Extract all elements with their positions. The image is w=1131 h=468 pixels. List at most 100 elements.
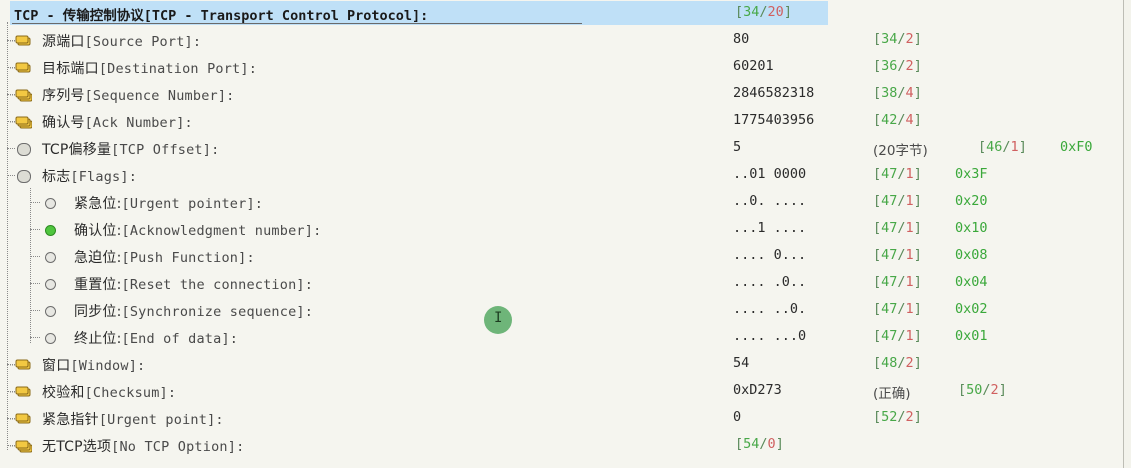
field-label-en: [Synchronize sequence]: <box>121 304 314 320</box>
field-label: 同步位:[Synchronize sequence]: <box>74 301 313 321</box>
flag-off-icon <box>45 306 56 317</box>
field-label-cn: 无TCP选项 <box>42 439 112 455</box>
field-offset: [48/2] <box>873 355 922 371</box>
field-label-en: [Source Port]: <box>84 34 202 50</box>
field-row[interactable]: 急迫位:[Push Function]: .... 0... [47/1] 0x08 <box>0 243 1120 270</box>
field-label-cn: 确认号 <box>42 115 85 131</box>
field-label-cn: 校验和 <box>42 385 85 401</box>
field-label-cn: 序列号 <box>42 88 85 104</box>
field-label-cn: TCP偏移量 <box>42 142 112 158</box>
field-label: 无TCP选项[No TCP Option]: <box>42 436 244 456</box>
expander-icon <box>17 170 31 183</box>
field-label-en: [Ack Number]: <box>84 115 193 131</box>
field-hex: 0xF0 <box>1060 139 1093 155</box>
field-row[interactable]: 重置位:[Reset the connection]: .... .0.. [47/… <box>0 270 1120 297</box>
tree-connector <box>30 283 40 284</box>
tree-connector <box>30 202 40 203</box>
field-note: (正确) <box>873 386 911 402</box>
field-label-cn: 同步位: <box>74 304 122 320</box>
field-hex: 0x04 <box>955 274 988 290</box>
field-hex: 0x01 <box>955 328 988 344</box>
field-label: 紧急指针[Urgent point]: <box>42 409 224 429</box>
field-row[interactable]: 终止位:[End of data]: .... ...0 [47/1] 0x01 <box>0 324 1120 351</box>
field-label-cn: 急迫位: <box>74 250 122 266</box>
field-icon <box>10 358 32 372</box>
field-label-en: [Push Function]: <box>121 250 255 266</box>
field-label-en: [Window]: <box>70 358 146 374</box>
field-row[interactable]: 确认号[Ack Number]: 1775403956 [42/4] <box>0 108 1120 135</box>
field-label-en: [Destination Port]: <box>98 61 258 77</box>
field-hex: 0x10 <box>955 220 988 236</box>
field-value: 0xD273 <box>733 382 782 398</box>
field-label-en: [Urgent point]: <box>98 412 224 428</box>
field-row[interactable]: 同步位:[Synchronize sequence]: .... ..0. [47/… <box>0 297 1120 324</box>
field-value: 5 <box>733 139 742 155</box>
field-icon <box>10 412 32 426</box>
field-row[interactable]: 序列号[Sequence Number]: 2846582318 [38/4] <box>0 81 1120 108</box>
field-label: 紧急位:[Urgent pointer]: <box>74 193 263 213</box>
field-value: .... ..0. <box>733 301 807 317</box>
field-row[interactable]: TCP偏移量[TCP Offset]: 5 (20字节) [46/1] 0xF0 <box>0 135 1120 162</box>
field-value: 80 <box>733 31 750 47</box>
field-offset: [50/2] <box>958 382 1007 398</box>
field-label-en: [Sequence Number]: <box>84 88 235 104</box>
field-label-cn: 重置位: <box>74 277 122 293</box>
field-note: (20字节) <box>873 143 928 159</box>
field-row[interactable]: 源端口[Source Port]: 80 [34/2] <box>0 27 1120 54</box>
field-row[interactable]: 无TCP选项[No TCP Option]: [54/0] <box>0 432 1120 459</box>
field-row[interactable]: 确认位:[Acknowledgment number]: ...1 .... [47… <box>0 216 1120 243</box>
field-label-en: [Flags]: <box>70 169 138 185</box>
multi-byte-field-icon <box>10 115 33 129</box>
flag-off-icon <box>45 333 56 344</box>
field-offset: [52/2] <box>873 409 922 425</box>
field-row[interactable]: 紧急位:[Urgent pointer]: ..0. .... [47/1] 0x20 <box>0 189 1120 216</box>
header-offset-start: 34 <box>743 4 760 20</box>
field-hex: 0x02 <box>955 301 988 317</box>
field-value: .... 0... <box>733 247 807 263</box>
field-label: 重置位:[Reset the connection]: <box>74 274 313 294</box>
field-offset: [46/1] <box>978 139 1027 155</box>
field-value: 1775403956 <box>733 112 815 128</box>
field-label: 校验和[Checksum]: <box>42 382 176 402</box>
field-label: TCP偏移量[TCP Offset]: <box>42 139 219 159</box>
header-underline <box>12 23 582 24</box>
field-label: 标志[Flags]: <box>42 166 137 186</box>
flag-on-icon <box>45 225 56 236</box>
field-offset: [47/1] <box>873 247 922 263</box>
field-row[interactable]: 窗口[Window]: 54 [48/2] <box>0 351 1120 378</box>
field-hex: 0x3F <box>955 166 988 182</box>
field-icon <box>17 143 31 156</box>
field-label-cn: 确认位: <box>74 223 122 239</box>
field-label-cn: 目标端口 <box>42 61 99 77</box>
flag-off-icon <box>45 279 56 290</box>
field-value: ...1 .... <box>733 220 807 236</box>
field-value: 54 <box>733 355 750 371</box>
tree-connector <box>30 229 40 230</box>
field-label: 急迫位:[Push Function]: <box>74 247 255 267</box>
field-offset: [47/1] <box>873 220 922 236</box>
flag-off-icon <box>45 198 56 209</box>
field-row[interactable]: 校验和[Checksum]: 0xD273 (正确) [50/2] <box>0 378 1120 405</box>
header-offset-length: 20 <box>767 4 784 20</box>
protocol-title: TCP - 传输控制协议[TCP - Transport Control Pro… <box>14 8 429 24</box>
field-hex: 0x20 <box>955 193 988 209</box>
field-value: 2846582318 <box>733 85 815 101</box>
field-offset: [34/2] <box>873 31 922 47</box>
field-value: 0 <box>733 409 742 425</box>
field-icon <box>10 61 32 75</box>
field-offset: [36/2] <box>873 58 922 74</box>
field-offset: [54/0] <box>735 436 784 452</box>
tree-connector <box>30 256 40 257</box>
field-row[interactable]: 紧急指针[Urgent point]: 0 [52/2] <box>0 405 1120 432</box>
field-label-en: [End of data]: <box>121 331 239 347</box>
field-value: 60201 <box>733 58 774 74</box>
tree-connector <box>7 148 15 149</box>
field-offset: [47/1] <box>873 193 922 209</box>
text-cursor-icon: I <box>494 310 503 326</box>
field-offset: [47/1] <box>873 328 922 344</box>
field-label-cn: 源端口 <box>42 34 85 50</box>
field-row[interactable]: 目标端口[Destination Port]: 60201 [36/2] <box>0 54 1120 81</box>
field-label-en: [Urgent pointer]: <box>121 196 264 212</box>
field-row[interactable]: 标志[Flags]: ..01 0000 [47/1] 0x3F <box>0 162 1120 189</box>
packet-decode-panel: TCP - 传输控制协议[TCP - Transport Control Pro… <box>0 0 1124 468</box>
